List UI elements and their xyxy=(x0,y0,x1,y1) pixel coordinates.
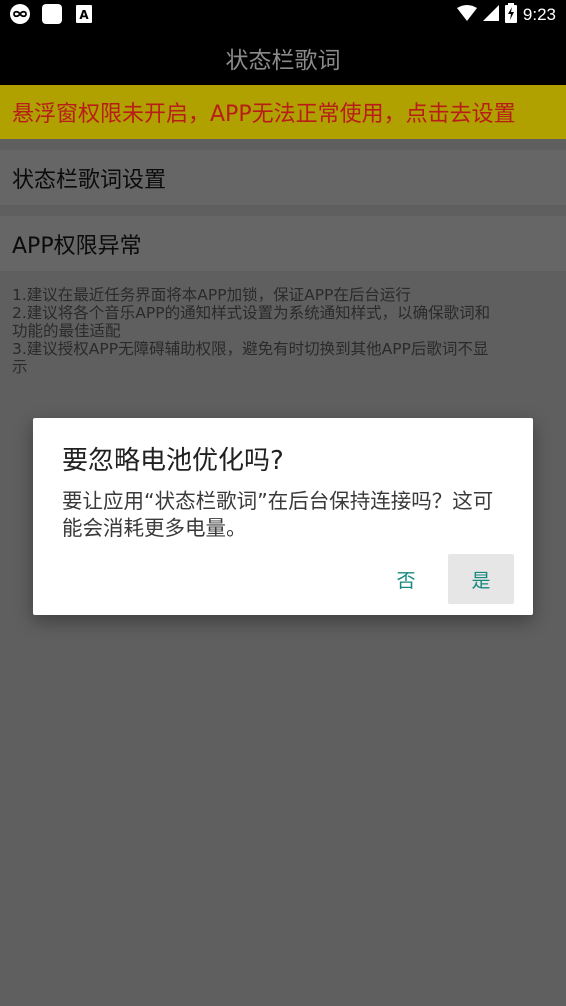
tip-line: 1.建议在最近任务界面将本APP加锁，保证APP在后台运行 xyxy=(12,286,411,304)
status-time: 9:23 xyxy=(522,5,556,24)
tips-text-block: 1.建议在最近任务界面将本APP加锁，保证APP在后台运行 2.建议将各个音乐A… xyxy=(12,286,552,376)
deny-button[interactable]: 否 xyxy=(375,554,437,604)
status-bar-left-icons: A xyxy=(10,4,94,24)
infinity-icon xyxy=(10,4,30,24)
status-bar-right-icons: 9:23 xyxy=(456,2,556,28)
svg-text:A: A xyxy=(79,8,89,22)
app-title-bar: 状态栏歌词 xyxy=(0,30,566,85)
section-app-permission-error[interactable]: APP权限异常 xyxy=(0,216,566,271)
tip-line: 功能的最佳适配 xyxy=(12,322,121,340)
signal-icon xyxy=(482,5,499,25)
overlay-permission-warning-banner[interactable]: 悬浮窗权限未开启，APP无法正常使用，点击去设置 xyxy=(0,85,566,139)
allow-button[interactable]: 是 xyxy=(448,554,514,604)
wifi-icon xyxy=(456,5,477,25)
tip-line: 3.建议授权APP无障碍辅助权限，避免有时切换到其他APP后歌词不显 xyxy=(12,340,489,358)
section-lyrics-settings[interactable]: 状态栏歌词设置 xyxy=(0,150,566,205)
dialog-message: 要让应用“状态栏歌词”在后台保持连接吗？这可能会消耗更多电量。 xyxy=(62,489,494,540)
section-lyrics-settings-label: 状态栏歌词设置 xyxy=(12,167,167,193)
app-title: 状态栏歌词 xyxy=(225,47,341,74)
battery-charging-icon xyxy=(504,3,517,27)
warning-banner-text: 悬浮窗权限未开启，APP无法正常使用，点击去设置 xyxy=(12,102,516,127)
tip-line: 示 xyxy=(12,358,28,376)
square-icon xyxy=(42,4,62,24)
text-a-icon: A xyxy=(74,4,94,24)
battery-optimization-dialog: 要忽略电池优化吗? 要让应用“状态栏歌词”在后台保持连接吗？这可能会消耗更多电量… xyxy=(33,418,533,615)
status-bar: A 9:23 xyxy=(0,0,566,30)
dialog-title: 要忽略电池优化吗? xyxy=(62,446,284,476)
tip-line: 2.建议将各个音乐APP的通知样式设置为系统通知样式，以确保歌词和 xyxy=(12,304,491,322)
section-app-permission-error-label: APP权限异常 xyxy=(12,233,142,259)
